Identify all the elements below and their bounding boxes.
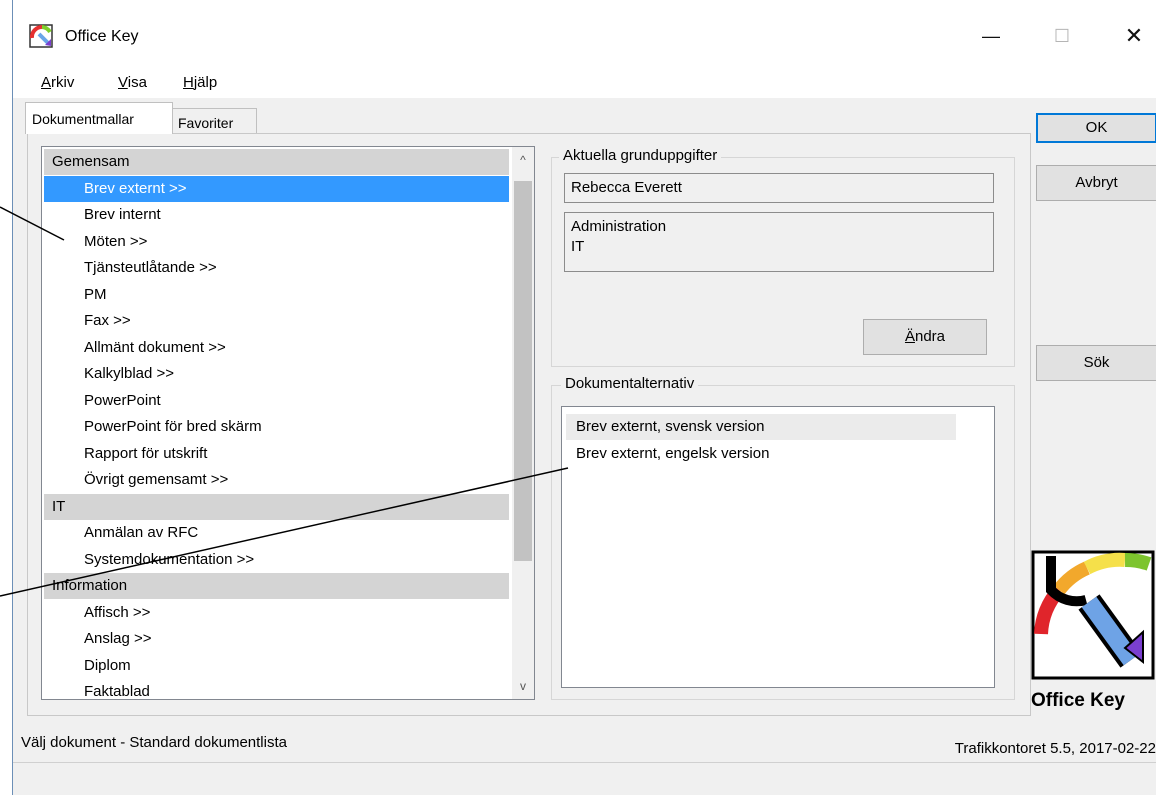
menu-hjalp-accel: H	[183, 74, 194, 91]
list-item[interactable]: Affisch >>	[44, 600, 509, 626]
search-button[interactable]: Sök	[1036, 345, 1156, 381]
list-group-header: IT	[44, 493, 509, 520]
menu-arkiv-rest: rkiv	[51, 74, 75, 91]
document-options-list[interactable]: Brev externt, svensk version Brev extern…	[561, 406, 995, 688]
user-name-field: Rebecca Everett	[564, 173, 994, 203]
list-item[interactable]: Rapport för utskrift	[44, 441, 509, 467]
list-item[interactable]: Systemdokumentation >>	[44, 547, 509, 573]
menu-bar: Arkiv Visa Hjälp	[13, 66, 1156, 98]
list-scrollbar[interactable]: ^ v	[512, 147, 534, 699]
version-info: Trafikkontoret 5.5, 2017-02-22	[954, 740, 1156, 757]
window-title: Office Key	[65, 28, 139, 45]
list-item[interactable]: Faktablad	[44, 679, 509, 699]
list-item[interactable]: Anmälan av RFC	[44, 520, 509, 546]
document-template-list[interactable]: Gemensam Brev externt >> Brev internt Möten…	[41, 146, 535, 700]
list-group-header: Gemensam	[44, 149, 509, 175]
dokumentalternativ-label: Dokumentalternativ	[561, 375, 699, 392]
list-item[interactable]: Brev externt >>	[44, 175, 509, 202]
department-line-2: IT	[571, 238, 585, 255]
list-item[interactable]: PowerPoint för bred skärm	[44, 414, 509, 440]
list-item[interactable]: Fax >>	[44, 308, 509, 334]
menu-arkiv[interactable]: Arkiv	[41, 74, 74, 91]
minimize-button[interactable]: —	[968, 18, 1014, 54]
menu-arkiv-accel: A	[41, 74, 52, 91]
department-field: Administration IT	[564, 212, 994, 272]
scroll-up-icon[interactable]: ^	[515, 151, 531, 169]
list-item[interactable]: Brev internt	[44, 202, 509, 228]
grunduppgifter-label: Aktuella grunduppgifter	[559, 147, 722, 164]
list-item[interactable]: PowerPoint	[44, 388, 509, 414]
close-button[interactable]: ✕	[1111, 18, 1156, 54]
tab-dokumentmallar[interactable]: Dokumentmallar	[25, 102, 173, 134]
office-key-logo-icon	[1031, 550, 1155, 680]
maximize-button[interactable]: ☐	[1039, 18, 1085, 54]
list-item[interactable]: Allmänt dokument >>	[44, 335, 509, 361]
menu-hjalp-rest: jälp	[193, 74, 218, 91]
change-button[interactable]: Ändra	[863, 319, 987, 355]
menu-visa-rest: isa	[127, 74, 147, 91]
list-item[interactable]: PM	[44, 282, 509, 308]
list-item[interactable]: Anslag >>	[44, 626, 509, 652]
logo-text: Office Key	[1031, 690, 1125, 711]
scroll-down-icon[interactable]: v	[515, 677, 531, 695]
department-line-1: Administration	[571, 218, 667, 235]
office-key-app-icon	[29, 24, 53, 48]
menu-hjalp[interactable]: Hjälp	[183, 74, 217, 91]
status-text: Välj dokument - Standard dokumentlista	[21, 734, 287, 751]
title-bar: Office Key — ☐ ✕	[13, 0, 1156, 66]
app-window: Office Key — ☐ ✕ Arkiv Visa Hjälp Dokume…	[12, 0, 1156, 795]
menu-visa[interactable]: Visa	[118, 74, 147, 91]
option-svensk-version[interactable]: Brev externt, svensk version	[566, 414, 956, 440]
cancel-button[interactable]: Avbryt	[1036, 165, 1156, 201]
list-group-header: Information	[44, 573, 509, 599]
status-separator	[13, 762, 1156, 763]
menu-visa-accel: V	[118, 74, 128, 91]
list-item[interactable]: Övrigt gemensamt >>	[44, 467, 509, 493]
scroll-thumb[interactable]	[514, 181, 532, 561]
tab-favoriter[interactable]: Favoriter	[171, 108, 257, 136]
list-item[interactable]: Tjänsteutlåtande >>	[44, 255, 509, 281]
list-item[interactable]: Möten >>	[44, 229, 509, 255]
ok-button[interactable]: OK	[1036, 113, 1156, 143]
list-item[interactable]: Diplom	[44, 653, 509, 679]
option-engelsk-version[interactable]: Brev externt, engelsk version	[566, 441, 956, 467]
list-item[interactable]: Kalkylblad >>	[44, 361, 509, 387]
change-rest: ndra	[914, 328, 946, 345]
change-accel: Ä	[904, 328, 915, 345]
